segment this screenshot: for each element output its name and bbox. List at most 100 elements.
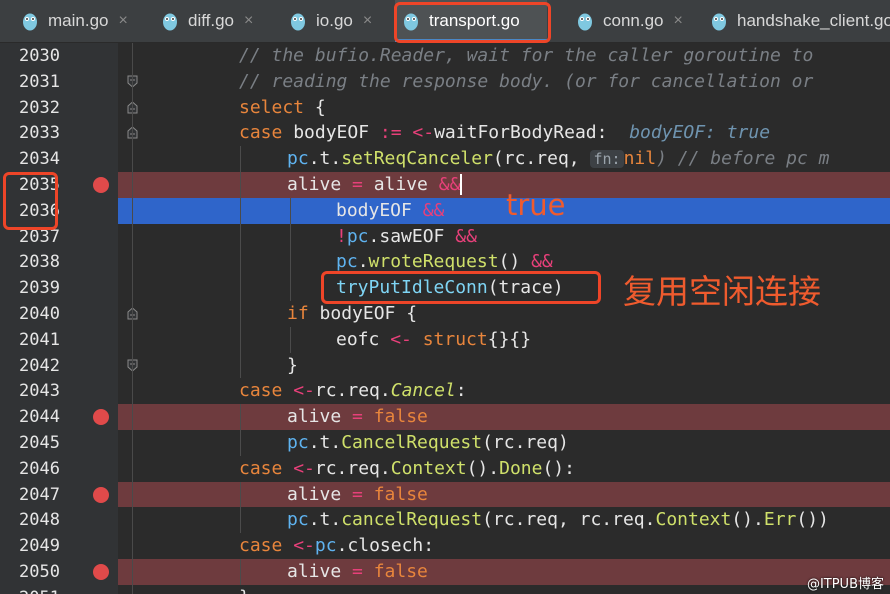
close-icon[interactable]: × bbox=[674, 12, 683, 30]
code-text[interactable]: select { bbox=[239, 97, 326, 119]
indent-guide bbox=[240, 249, 241, 276]
code-token: .t. bbox=[308, 432, 342, 453]
go-file-icon bbox=[23, 13, 37, 31]
indent-guide bbox=[240, 223, 241, 250]
line-number[interactable]: 2048 bbox=[0, 510, 60, 530]
annotation-box-line-numbers bbox=[3, 172, 58, 230]
indent-guide bbox=[240, 197, 241, 224]
breakpoint-icon[interactable] bbox=[93, 409, 109, 426]
breakpoint-icon[interactable] bbox=[93, 564, 109, 580]
code-text[interactable]: !pc.sawEOF && bbox=[336, 226, 477, 248]
line-number[interactable]: 2050 bbox=[0, 562, 60, 582]
go-file-icon bbox=[578, 13, 592, 31]
operator-token: <- bbox=[390, 328, 412, 350]
code-text[interactable]: alive = false bbox=[287, 561, 428, 583]
code-line-2030[interactable]: 2030 // the bufio.Reader, wait for the c… bbox=[0, 43, 890, 69]
indent-guide bbox=[240, 481, 241, 508]
line-number[interactable]: 2047 bbox=[0, 485, 60, 505]
keyword-token: false bbox=[362, 561, 428, 582]
close-icon[interactable]: × bbox=[363, 12, 372, 30]
code-line-2044[interactable]: 2044 alive = false bbox=[0, 404, 890, 430]
line-number[interactable]: 2034 bbox=[0, 149, 60, 169]
code-text[interactable]: case <-rc.req.Context().Done(): bbox=[239, 458, 575, 480]
line-number[interactable]: 2039 bbox=[0, 278, 60, 298]
code-text[interactable]: } bbox=[287, 355, 298, 377]
code-text[interactable]: pc.t.setReqCanceler(rc.req, fn: nil) // b… bbox=[287, 148, 829, 170]
code-line-2050[interactable]: 2050 alive = false bbox=[0, 559, 890, 585]
code-text[interactable]: pc.t.CancelRequest(rc.req) bbox=[287, 432, 569, 454]
line-number[interactable]: 2051 bbox=[0, 588, 60, 594]
line-number[interactable]: 2038 bbox=[0, 252, 60, 272]
breakpoint-icon[interactable] bbox=[93, 177, 109, 193]
code-text[interactable]: // the bufio.Reader, wait for the caller… bbox=[239, 45, 813, 67]
code-line-2036[interactable]: 2036 bodyEOF && bbox=[0, 197, 890, 224]
execution-line-highlight bbox=[118, 197, 890, 224]
function-token: Err bbox=[763, 509, 797, 531]
code-line-2031[interactable]: 2031 // reading the response body. (or f… bbox=[0, 69, 890, 95]
code-token: (rc.req, bbox=[492, 148, 591, 170]
indent-guide bbox=[240, 326, 241, 353]
comment-token: ) // before pc m bbox=[656, 148, 830, 170]
code-line-2032[interactable]: 2032 select { bbox=[0, 95, 890, 121]
code-line-2033[interactable]: 2033 case bodyEOF := <-waitForBodyRead: … bbox=[0, 120, 890, 146]
code-token: waitForBodyRead bbox=[434, 122, 597, 144]
line-number[interactable]: 2032 bbox=[0, 98, 60, 118]
line-number[interactable]: 2041 bbox=[0, 330, 60, 350]
code-text[interactable]: case <-rc.req.Cancel: bbox=[239, 380, 467, 402]
line-number[interactable]: 2044 bbox=[0, 407, 60, 427]
tab-diff-go[interactable]: diff.go × bbox=[162, 0, 253, 42]
param-hint-badge: fn: bbox=[590, 150, 624, 169]
code-line-2051[interactable]: 2051 } bbox=[0, 585, 890, 594]
operator-token: = bbox=[352, 483, 363, 505]
operator-token: := <- bbox=[379, 122, 435, 144]
tab-handshake-client-go[interactable]: handshake_client.go bbox=[711, 0, 890, 42]
line-number[interactable]: 2045 bbox=[0, 433, 60, 453]
indent-guide bbox=[240, 146, 241, 172]
code-line-2037[interactable]: 2037 !pc.sawEOF && bbox=[0, 223, 890, 250]
code-text[interactable]: bodyEOF && bbox=[336, 200, 444, 222]
code-text[interactable]: pc.t.cancelRequest(rc.req, rc.req.Contex… bbox=[287, 509, 829, 531]
code-token: alive bbox=[362, 174, 439, 195]
code-line-2043[interactable]: 2043 case <-rc.req.Cancel: bbox=[0, 378, 890, 404]
code-text[interactable]: eofc <- struct{}{} bbox=[336, 329, 531, 351]
code-line-2035[interactable]: 2035 alive = alive && bbox=[0, 172, 890, 198]
code-line-2045[interactable]: 2045 pc.t.CancelRequest(rc.req) bbox=[0, 430, 890, 456]
code-text[interactable]: if bodyEOF { bbox=[287, 303, 417, 325]
code-line-2034[interactable]: 2034 pc.t.setReqCanceler(rc.req, fn: nil)… bbox=[0, 146, 890, 172]
code-line-2041[interactable]: 2041 eofc <- struct{}{} bbox=[0, 326, 890, 353]
close-icon[interactable]: × bbox=[244, 12, 253, 30]
close-icon[interactable]: × bbox=[118, 12, 127, 30]
function-token: Context bbox=[390, 457, 467, 479]
indent-guide bbox=[290, 223, 291, 250]
tab-io-go[interactable]: io.go × bbox=[290, 0, 372, 42]
code-text[interactable]: case bodyEOF := <-waitForBodyRead: bodyE… bbox=[239, 122, 770, 144]
code-text[interactable]: alive = false bbox=[287, 406, 428, 428]
tab-label: diff.go bbox=[188, 11, 235, 30]
tab-conn-go[interactable]: conn.go × bbox=[577, 0, 683, 42]
code-token: {}{} bbox=[487, 328, 532, 350]
line-number[interactable]: 2046 bbox=[0, 459, 60, 479]
operator-token: = bbox=[352, 174, 363, 195]
code-text[interactable]: case <-pc.closech: bbox=[239, 535, 434, 557]
code-line-2048[interactable]: 2048 pc.t.cancelRequest(rc.req, rc.req.C… bbox=[0, 507, 890, 534]
line-number[interactable]: 2043 bbox=[0, 381, 60, 401]
tab-main-go[interactable]: main.go × bbox=[22, 0, 128, 42]
line-number[interactable]: 2049 bbox=[0, 536, 60, 556]
breakpoint-line-highlight bbox=[118, 481, 890, 508]
code-line-2046[interactable]: 2046 case <-rc.req.Context().Done(): bbox=[0, 456, 890, 482]
code-text[interactable]: } bbox=[239, 587, 250, 594]
code-token: pc bbox=[336, 251, 358, 273]
line-number[interactable]: 2030 bbox=[0, 46, 60, 66]
code-line-2047[interactable]: 2047 alive = false bbox=[0, 481, 890, 508]
code-line-2042[interactable]: 2042 } bbox=[0, 352, 890, 379]
code-token: bodyEOF bbox=[336, 199, 423, 221]
line-number[interactable]: 2031 bbox=[0, 72, 60, 92]
line-number[interactable]: 2042 bbox=[0, 356, 60, 376]
code-line-2049[interactable]: 2049 case <-pc.closech: bbox=[0, 533, 890, 559]
code-text[interactable]: // reading the response body. (or for ca… bbox=[239, 71, 813, 93]
line-number[interactable]: 2040 bbox=[0, 304, 60, 324]
line-number[interactable]: 2033 bbox=[0, 123, 60, 143]
code-text[interactable]: alive = alive && bbox=[287, 174, 463, 196]
breakpoint-icon[interactable] bbox=[93, 486, 109, 503]
code-text[interactable]: alive = false bbox=[287, 484, 428, 506]
